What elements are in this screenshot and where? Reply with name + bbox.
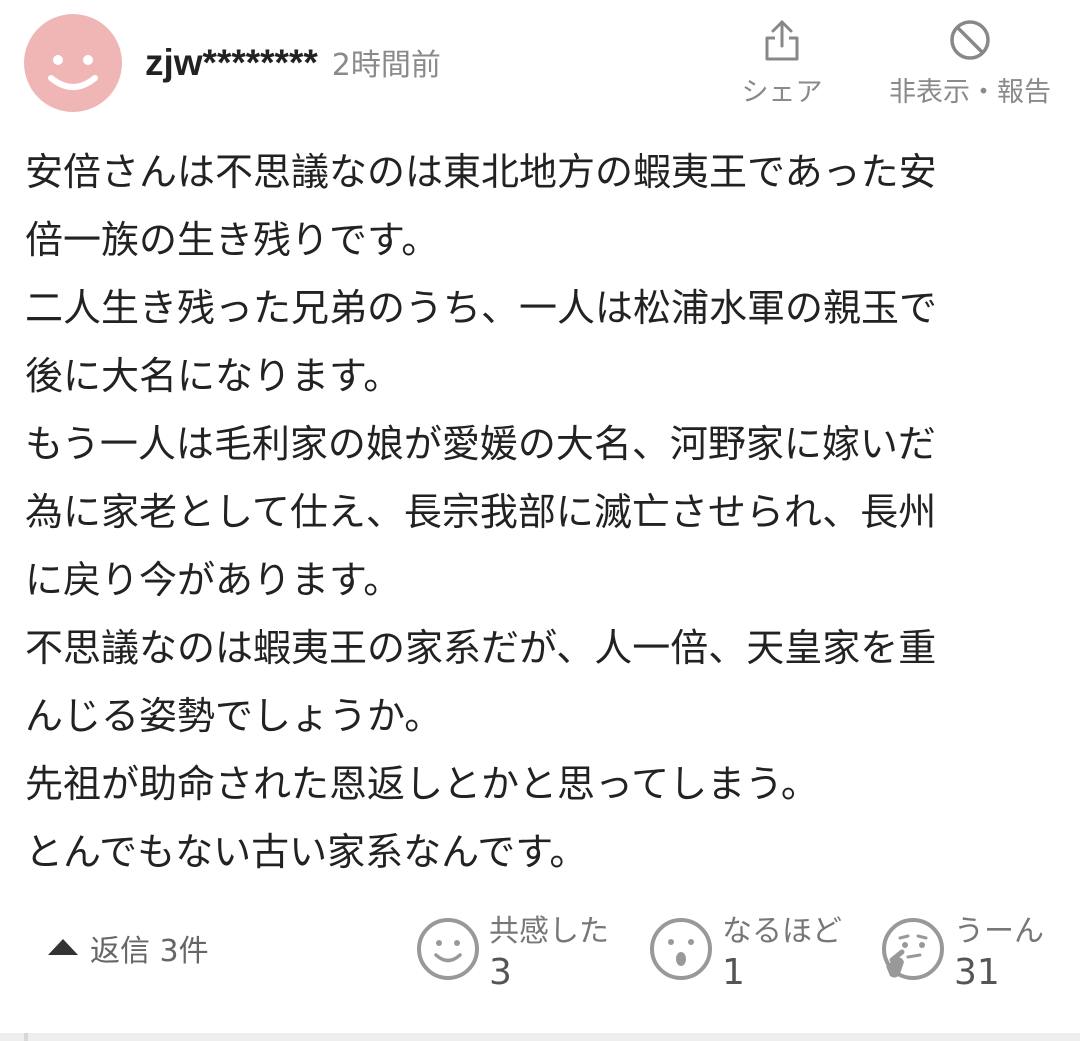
comment-line: 為に家老として仕え、長宗我部に滅亡させられ、長州: [25, 490, 937, 534]
reaction-naruhodo-button[interactable]: なるほど 1: [648, 906, 853, 996]
bottom-divider: [0, 1033, 1080, 1041]
comment-line: 先祖が助命された恩返しとかと思ってしまう。: [25, 762, 819, 806]
reaction-naruhodo-count: 1: [722, 952, 745, 993]
smile-face-icon: [417, 918, 479, 980]
share-icon: [765, 20, 799, 61]
comment-line: 安倍さんは不思議なのは東北地方の蝦夷王であった安: [25, 150, 937, 194]
thinking-face-icon: [882, 918, 944, 980]
avatar[interactable]: [24, 14, 122, 112]
comment-line: に戻り今があります。: [25, 558, 402, 602]
reaction-empathy-button[interactable]: 共感した 3: [415, 906, 620, 996]
surprised-face-icon: [650, 918, 712, 980]
comment-line: んじる姿勢でしょうか。: [25, 694, 443, 738]
hide-report-label: 非表示・報告: [889, 77, 1051, 108]
triangle-up-icon: [48, 939, 78, 955]
comment-line: 後に大名になります。: [25, 354, 402, 398]
username[interactable]: zjw********: [145, 42, 318, 84]
comment-line: 不思議なのは蝦夷王の家系だが、人一倍、天皇家を重: [25, 626, 937, 670]
divider-tick: [24, 1033, 28, 1041]
timestamp: 2時間前: [331, 48, 441, 83]
replies-toggle[interactable]: 返信 3件: [48, 926, 209, 970]
comment-line: 倍一族の生き残りです。: [25, 218, 440, 262]
reaction-hmm-label: うーん: [954, 914, 1044, 949]
reaction-empathy-label: 共感した: [489, 914, 609, 949]
comment-author-line: zjw******** 2時間前: [145, 40, 441, 88]
reaction-hmm-count: 31: [954, 952, 1000, 993]
share-label: シェア: [741, 77, 823, 108]
share-button[interactable]: シェア: [738, 18, 826, 109]
comment-line: とんでもない古い家系なんです。: [25, 830, 588, 874]
comment-body: 安倍さんは不思議なのは東北地方の蝦夷王であった安 倍一族の生き残りです。 二人生…: [25, 138, 1065, 886]
hide-report-button[interactable]: 非表示・報告: [880, 18, 1060, 109]
reaction-hmm-button[interactable]: うーん 31: [880, 906, 1070, 996]
reaction-naruhodo-label: なるほど: [722, 914, 842, 949]
comment-line: 二人生き残った兄弟のうち、一人は松浦水軍の親玉で: [25, 286, 938, 330]
block-icon: [950, 20, 990, 60]
reaction-empathy-count: 3: [489, 952, 512, 993]
avatar-face-icon: [48, 55, 98, 90]
replies-label: 返信 3件: [90, 934, 209, 969]
comment-line: もう一人は毛利家の娘が愛媛の大名、河野家に嫁いだ: [25, 422, 936, 466]
